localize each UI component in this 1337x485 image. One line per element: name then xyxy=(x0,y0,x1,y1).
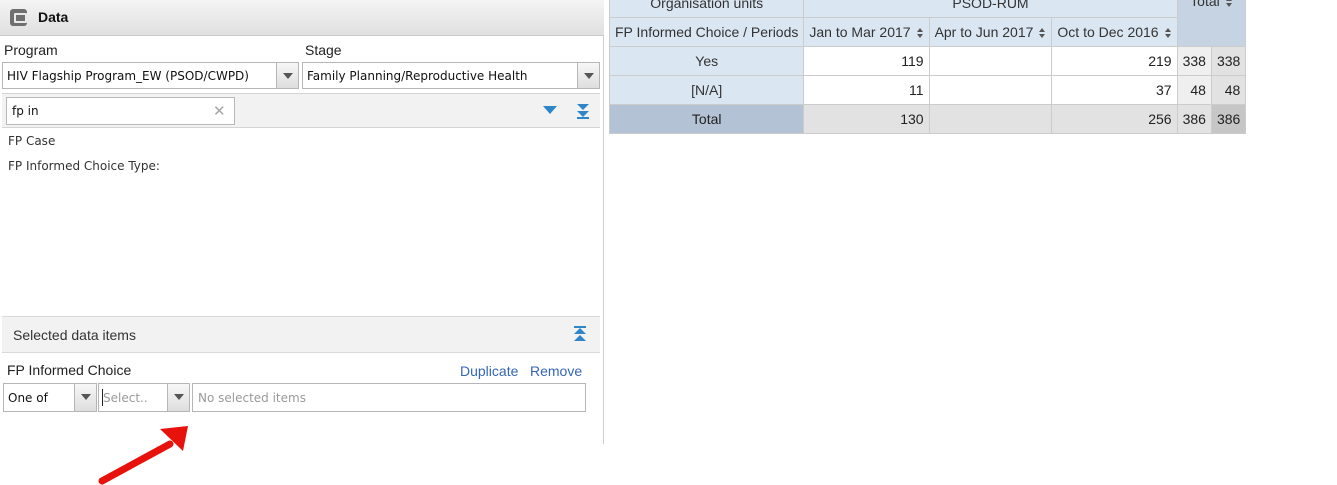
chevron-down-icon[interactable] xyxy=(276,63,298,88)
total-cell: 338 xyxy=(1210,46,1247,76)
value-select-placeholder: Select.. xyxy=(103,391,148,405)
red-arrow-annotation xyxy=(98,426,188,485)
expand-all-icon[interactable] xyxy=(576,103,590,119)
remove-link[interactable]: Remove xyxy=(530,363,582,379)
expand-icon[interactable] xyxy=(543,106,557,114)
total-cell: 48 xyxy=(1210,75,1247,105)
table-row: [N/A] 11 37 48 48 xyxy=(608,75,1247,105)
sort-icon[interactable] xyxy=(916,28,924,39)
sort-icon[interactable] xyxy=(1225,0,1233,8)
program-label: Program xyxy=(4,42,58,58)
operator-select-value: One of xyxy=(8,391,48,405)
row-label: [N/A] xyxy=(608,75,805,105)
period-label: Jan to Mar 2017 xyxy=(809,24,911,40)
stage-select[interactable]: Family Planning/Reproductive Health xyxy=(302,62,600,89)
search-toolbar: ✕ xyxy=(2,93,600,128)
chevron-down-icon[interactable] xyxy=(577,63,599,88)
search-input[interactable] xyxy=(6,97,235,125)
stage-select-value: Family Planning/Reproductive Health xyxy=(307,69,528,83)
table-header-row: FP Informed Choice / Periods Jan to Mar … xyxy=(608,17,1246,47)
sort-icon[interactable] xyxy=(1039,28,1046,39)
clear-icon[interactable]: ✕ xyxy=(213,102,226,120)
table-cell: 119 xyxy=(803,46,930,76)
selected-items-title: Selected data items xyxy=(13,327,136,343)
collapse-all-icon[interactable] xyxy=(573,326,587,342)
table-cell: 11 xyxy=(803,75,930,105)
total-column-header[interactable]: Total xyxy=(1176,0,1247,47)
total-cell xyxy=(928,104,1053,134)
row-dimension-label: FP Informed Choice / Periods xyxy=(608,17,805,47)
period-header[interactable]: Apr to Jun 2017 xyxy=(928,17,1053,47)
selected-values-placeholder: No selected items xyxy=(198,391,306,405)
pivot-table: Organisation units PSOD-RUM Total FP Inf… xyxy=(608,0,1247,134)
total-header-label: Total xyxy=(1190,0,1220,9)
duplicate-link[interactable]: Duplicate xyxy=(460,363,518,379)
list-item[interactable]: FP Case xyxy=(8,134,55,148)
program-select-value: HIV Flagship Program_EW (PSOD/CWPD) xyxy=(7,69,249,83)
stage-label: Stage xyxy=(305,42,342,58)
row-label: Yes xyxy=(608,46,805,76)
table-cell xyxy=(928,75,1053,105)
period-header[interactable]: Jan to Mar 2017 xyxy=(803,17,930,47)
period-label: Apr to Jun 2017 xyxy=(934,24,1034,40)
table-row: Yes 119 219 338 338 xyxy=(608,46,1247,76)
table-total-row: Total 130 256 386 386 xyxy=(608,104,1247,134)
value-select[interactable]: Select.. xyxy=(98,383,190,412)
selected-item-name: FP Informed Choice xyxy=(7,362,132,378)
data-panel: Data Program Stage HIV Flagship Program_… xyxy=(0,0,604,444)
chevron-down-icon[interactable] xyxy=(74,384,96,411)
panel-title: Data xyxy=(38,9,69,25)
operator-select[interactable]: One of xyxy=(3,383,97,412)
list-item[interactable]: FP Informed Choice Type: xyxy=(8,159,160,173)
sort-icon[interactable] xyxy=(1164,28,1172,39)
column-dimension-label: Organisation units xyxy=(608,0,805,18)
period-label: Oct to Dec 2016 xyxy=(1057,24,1159,40)
grand-total-cell: 386 xyxy=(1210,104,1247,134)
table-cell: 219 xyxy=(1051,46,1178,76)
selected-items-header[interactable]: Selected data items xyxy=(2,316,600,353)
total-cell: 130 xyxy=(803,104,930,134)
chevron-down-icon[interactable] xyxy=(167,384,189,411)
table-cell xyxy=(928,46,1053,76)
period-header[interactable]: Oct to Dec 2016 xyxy=(1051,17,1178,47)
selected-values-box[interactable]: No selected items xyxy=(192,383,586,412)
table-header-row: Organisation units PSOD-RUM Total xyxy=(608,0,1247,47)
subtotal-cell: 48 xyxy=(1176,75,1212,105)
total-row-label: Total xyxy=(608,104,805,134)
subtotal-cell: 338 xyxy=(1176,46,1212,76)
total-subtotal-cell: 386 xyxy=(1176,104,1212,134)
program-select[interactable]: HIV Flagship Program_EW (PSOD/CWPD) xyxy=(2,62,299,89)
panel-header[interactable]: Data xyxy=(0,0,604,36)
total-cell: 256 xyxy=(1051,104,1178,134)
table-cell: 37 xyxy=(1051,75,1178,105)
data-icon xyxy=(10,9,27,26)
column-group-header: PSOD-RUM xyxy=(803,0,1178,18)
